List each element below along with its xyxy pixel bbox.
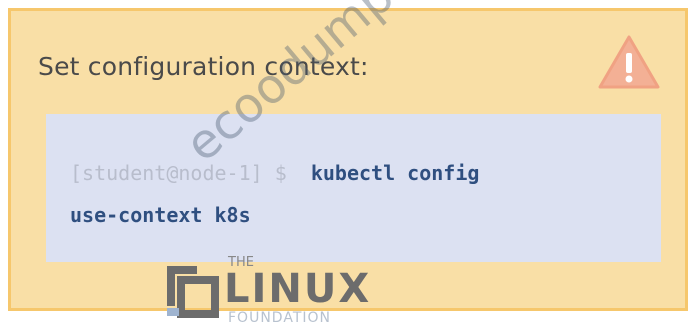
linux-foundation-logo-icon (167, 266, 219, 318)
warning-triangle-icon (598, 35, 660, 89)
command-line-2: use-context k8s (70, 203, 251, 227)
logo-foundation-text: FOUNDATION (228, 310, 331, 326)
instruction-title: Set configuration context: (38, 52, 369, 81)
shell-prompt: [student@node-1] $ (70, 161, 287, 185)
code-block: [student@node-1] $ kubectl config use-co… (46, 114, 661, 262)
command-line-1: kubectl config (310, 161, 480, 185)
code-text: [student@node-1] $ kubectl config use-co… (70, 152, 479, 236)
logo-linux-text: LINUX (224, 266, 372, 312)
